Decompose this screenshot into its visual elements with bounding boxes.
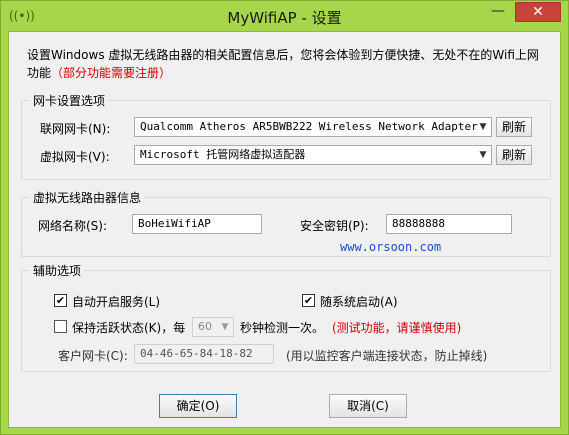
network-card-group: 网卡设置选项 联网网卡(N): Qualcomm Atheros AR5BWB2… <box>21 92 551 180</box>
internet-nic-select[interactable]: Qualcomm Atheros AR5BWB222 Wireless Netw… <box>134 117 492 137</box>
virtual-nic-select[interactable]: Microsoft 托管网络虚拟适配器 ▼ <box>134 145 492 165</box>
options-group-title: 辅助选项 <box>30 262 85 279</box>
ssid-input[interactable]: BoHeiWifiAP <box>132 214 262 234</box>
refresh-virtual-button[interactable]: 刷新 <box>496 145 532 165</box>
auto-start-checkbox[interactable]: ✔ <box>54 294 67 307</box>
security-key-input[interactable]: 88888888 <box>386 214 512 234</box>
refresh-internet-button[interactable]: 刷新 <box>496 117 532 137</box>
internet-nic-value: Qualcomm Atheros AR5BWB222 Wireless Netw… <box>140 120 478 133</box>
description: 设置Windows 虚拟无线路由器的相关配置信息后，您将会体验到方便快捷、无处不… <box>27 46 547 82</box>
chevron-down-icon: ▼ <box>479 150 487 160</box>
boot-start-label[interactable]: 随系统启动(A) <box>320 293 398 310</box>
internet-nic-label: 联网网卡(N): <box>40 122 111 136</box>
router-info-group-title: 虚拟无线路由器信息 <box>30 189 145 206</box>
virtual-nic-value: Microsoft 托管网络虚拟适配器 <box>140 148 306 161</box>
auto-start-label[interactable]: 自动开启服务(L) <box>72 293 160 310</box>
router-info-group: 虚拟无线路由器信息 网络名称(S): BoHeiWifiAP 安全密钥(P): … <box>21 189 551 257</box>
minimize-button[interactable]: — <box>485 2 511 22</box>
boot-start-checkbox[interactable]: ✔ <box>302 294 315 307</box>
options-group: 辅助选项 ✔ 自动开启服务(L) ✔ 随系统启动(A) 保持活跃状态(K)，每 … <box>21 262 551 372</box>
interval-value: 60 <box>198 320 212 333</box>
chevron-down-icon: ▼ <box>479 122 487 132</box>
keep-alive-checkbox[interactable] <box>54 320 67 333</box>
keep-alive-label[interactable]: 保持活跃状态(K)，每 <box>72 319 185 336</box>
interval-select[interactable]: 60 ▼ <box>192 317 234 337</box>
virtual-nic-label: 虚拟网卡(V): <box>40 150 110 164</box>
client-nic-label: 客户网卡(C): <box>58 349 128 363</box>
client-nic-note: (用以监控客户端连接状态，防止掉线) <box>286 349 488 363</box>
settings-window: ((•)) MyWifiAP - 设置 — ✕ 设置Windows 虚拟无线路由… <box>0 0 569 435</box>
window-title: MyWifiAP - 设置 <box>227 9 342 27</box>
dialog-body: 设置Windows 虚拟无线路由器的相关配置信息后，您将会体验到方便快捷、无处不… <box>8 31 561 428</box>
interval-note: (测试功能，请谨慎使用) <box>332 321 462 335</box>
registration-note: （部分功能需要注册） <box>51 66 172 80</box>
ok-button[interactable]: 确定(O) <box>159 394 237 418</box>
cancel-button[interactable]: 取消(C) <box>329 394 407 418</box>
ssid-label: 网络名称(S): <box>38 219 108 233</box>
title-bar[interactable]: ((•)) MyWifiAP - 设置 — ✕ <box>1 1 568 31</box>
security-key-label: 安全密钥(P): <box>300 219 369 233</box>
client-nic-input: 04-46-65-84-18-82 <box>134 344 274 364</box>
interval-suffix: 秒钟检测一次。 <box>240 321 325 335</box>
chevron-down-icon: ▼ <box>221 322 229 332</box>
close-button[interactable]: ✕ <box>515 2 561 22</box>
network-card-group-title: 网卡设置选项 <box>30 92 109 109</box>
watermark-link: www.orsoon.com <box>340 240 442 254</box>
